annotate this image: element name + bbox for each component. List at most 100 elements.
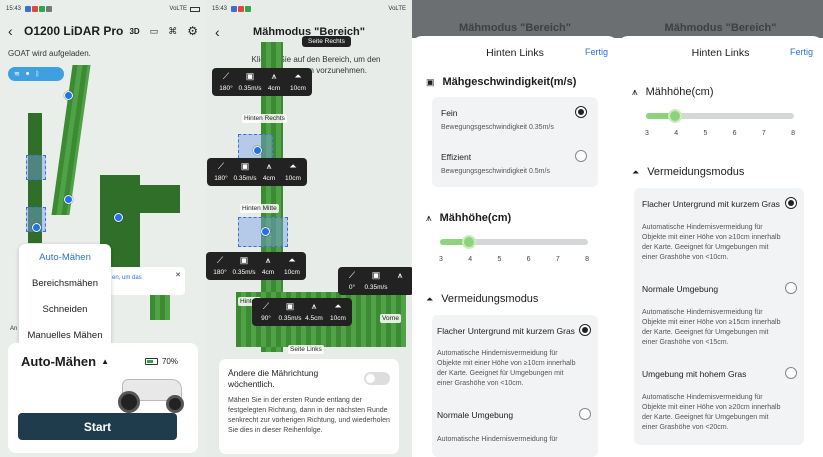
height-ticks: 3 4 5 6 7 8	[645, 130, 795, 137]
avoid-section-title: Vermeidungsmodus	[647, 166, 745, 178]
zone-settings-tooltip[interactable]: ⟋ 90° ▣ 0.35m/s ⩚ 4.5cm ⏶ 10cm	[252, 298, 352, 326]
notification-icons	[25, 6, 53, 12]
zone-settings-tooltip[interactable]: ⟋ 0° ▣ 0.35m/s ⩚	[338, 267, 412, 295]
speed-value: 0.35m/s	[238, 85, 262, 92]
tick-label: 8	[585, 256, 589, 263]
obstacle-icon: ⏶	[334, 301, 342, 311]
height-section: ⩚ Mähhöhe(cm)	[426, 212, 511, 224]
zone-pin[interactable]	[64, 195, 73, 204]
notification-icons	[231, 6, 252, 12]
menu-item-manual-mow[interactable]: Manuelles Mähen	[28, 330, 103, 341]
speed-icon: ▣	[240, 161, 250, 171]
speed-efficient-radio[interactable]	[575, 150, 587, 162]
back-icon[interactable]: ‹	[215, 24, 220, 40]
avoid-short-grass-radio[interactable]	[785, 197, 797, 209]
speed-icon: ▣	[371, 270, 381, 280]
avoid-section-title: Vermeidungsmodus	[441, 293, 539, 305]
map-icon[interactable]: ⌘	[168, 26, 177, 37]
avoid-short-grass-radio[interactable]	[579, 324, 591, 336]
mode-selector[interactable]: Auto-Mähen ▲	[21, 354, 109, 369]
direction-value: 0°	[348, 284, 356, 291]
height-slider-knob[interactable]	[462, 235, 476, 249]
obstacle-icon: ⏶	[426, 293, 434, 304]
zone-settings-tooltip[interactable]: ⟋ 180° ▣ 0.35m/s ⩚ 4cm ⏶ 10cm	[207, 158, 307, 186]
3d-view-icon[interactable]: 3D	[129, 27, 139, 36]
speed-icon: ▣	[245, 71, 255, 81]
cut-height-icon: ⩚	[266, 161, 272, 171]
speed-section: ▣ Mähgeschwindigkeit(m/s)	[426, 76, 576, 88]
zone-pin[interactable]	[253, 146, 262, 155]
mower-image	[114, 375, 192, 415]
avoid-option-high-grass[interactable]: Umgebung mit hohem Gras	[642, 369, 746, 379]
zone-pin[interactable]	[64, 91, 73, 100]
height-section-title: Mähhöhe(cm)	[645, 86, 714, 98]
menu-item-area-mow[interactable]: Bereichsmähen	[32, 278, 98, 289]
caret-up-icon: ▲	[101, 357, 110, 366]
hint-text: en, um das	[112, 275, 142, 281]
start-button[interactable]: Start	[18, 413, 177, 440]
battery-indicator: 70%	[144, 357, 178, 366]
height-ticks: 3 4 5 6 7 8	[439, 256, 589, 263]
speed-icon: ▣	[239, 255, 249, 265]
zone-settings-tooltip[interactable]: ⟋ 180° ▣ 0.35m/s ⩚ 4cm ⏶ 10cm	[212, 68, 312, 96]
avoid-normal-radio[interactable]	[785, 282, 797, 294]
done-button[interactable]: Fertig	[790, 47, 813, 57]
speed-option-efficient[interactable]: Effizient	[441, 152, 471, 162]
zone-label-top: Seite Rechts	[302, 36, 351, 47]
wifi-icon: ≋	[14, 71, 20, 78]
height-value: 4cm	[267, 85, 281, 92]
menu-item-auto-mow[interactable]: Auto-Mähen	[39, 252, 91, 263]
height-slider-knob[interactable]	[668, 109, 682, 123]
settings-icon[interactable]: ⚙	[187, 24, 198, 38]
speed-fine-radio[interactable]	[575, 106, 587, 118]
direction-icon: ⟋	[217, 161, 225, 171]
camera-icon[interactable]: ▭	[150, 26, 159, 37]
behind-title: Mähmodus "Bereich"	[459, 22, 571, 34]
close-icon[interactable]: ✕	[175, 271, 181, 279]
speed-option-fine[interactable]: Fein	[441, 108, 458, 118]
network-label: VoLTE	[169, 6, 187, 12]
tick-label: 3	[439, 256, 443, 263]
menu-item-cut[interactable]: Schneiden	[43, 304, 88, 315]
done-button[interactable]: Fertig	[585, 47, 608, 57]
direction-value: 180°	[214, 175, 228, 182]
tick-label: 4	[674, 130, 679, 137]
cut-height-icon: ⩚	[271, 71, 277, 81]
zone-highlight[interactable]	[26, 155, 46, 180]
zone-pin[interactable]	[32, 223, 41, 232]
obstacle-icon: ⏶	[632, 166, 640, 177]
status-bar: 15:43 VoLTE	[212, 4, 406, 14]
zone-label: Hinten Rechts	[242, 114, 287, 123]
tick-label: 3	[645, 130, 649, 137]
tick-label: 5	[497, 256, 502, 263]
back-icon[interactable]: ‹	[8, 23, 22, 39]
avoid-option-short-grass[interactable]: Flacher Untergrund mit kurzem Gras	[642, 199, 780, 209]
direction-value: 180°	[213, 269, 227, 276]
speed-section-title: Mähgeschwindigkeit(m/s)	[442, 76, 577, 88]
zone-label: Seite Links	[288, 345, 324, 354]
avoid-option-normal[interactable]: Normale Umgebung	[642, 284, 718, 294]
direction-icon: ⟋	[222, 71, 230, 81]
avoid-normal-radio[interactable]	[579, 408, 591, 420]
zone-pin[interactable]	[261, 227, 270, 236]
obstacle-icon: ⏶	[288, 255, 296, 265]
avoid-section: ⏶ Vermeidungsmodus	[426, 293, 538, 305]
avoid-option-short-grass[interactable]: Flacher Untergrund mit kurzem Gras	[437, 326, 575, 336]
zone-pin[interactable]	[114, 213, 123, 222]
avoid-option-normal-desc: Automatische Hindernisvermeidung für	[437, 436, 558, 443]
battery-percent: 70%	[161, 357, 178, 366]
avoid-section: ⏶ Vermeidungsmodus	[632, 166, 744, 178]
area-mode-screen: 15:43 VoLTE ‹ Mähmodus "Bereich" Klicken…	[206, 0, 412, 457]
avoid-option-normal[interactable]: Normale Umgebung	[437, 410, 513, 420]
direction-card: Ändere die Mährichtung wöchentlich. Mähe…	[219, 359, 399, 454]
obstacle-value: 10cm	[285, 175, 301, 182]
direction-value: 90°	[261, 315, 271, 322]
cut-height-icon: ⩚	[265, 255, 271, 265]
hint-card: en, um das ✕	[100, 267, 185, 295]
weekly-direction-toggle[interactable]	[364, 372, 390, 385]
avoid-high-grass-radio[interactable]	[785, 367, 797, 379]
side-label: An	[10, 326, 18, 332]
tick-label: 4	[468, 256, 473, 263]
zone-settings-tooltip[interactable]: ⟋ 180° ▣ 0.35m/s ⩚ 4cm ⏶ 10cm	[206, 252, 306, 280]
avoid-option-short-grass-desc: Automatische Hindernisvermeidung für Obj…	[437, 350, 576, 387]
